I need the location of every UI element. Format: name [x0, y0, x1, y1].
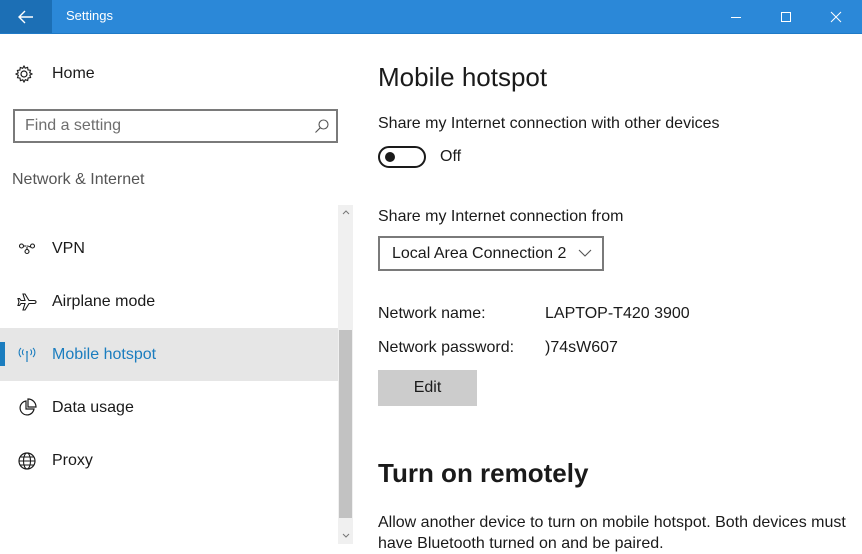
sidebar-item-airplane-mode[interactable]: Airplane mode [0, 275, 338, 328]
edit-button[interactable]: Edit [378, 370, 477, 406]
sidebar-item-label: Data usage [52, 398, 134, 416]
sidebar-scrollbar[interactable] [338, 205, 353, 544]
share-label: Share my Internet connection with other … [378, 115, 720, 132]
section-label: Network & Internet [12, 171, 145, 188]
search-icon[interactable] [314, 118, 330, 134]
gear-icon [14, 64, 38, 84]
turn-on-remotely-description: Allow another device to turn on mobile h… [378, 514, 846, 552]
network-password-value: )74sW607 [545, 339, 618, 356]
selection-indicator [0, 342, 5, 366]
sidebar: Home Network & Internet VPN Airplane mod… [0, 34, 352, 544]
scroll-down-button[interactable] [338, 528, 353, 542]
hotspot-toggle[interactable] [378, 146, 426, 168]
sidebar-item-label: VPN [52, 239, 85, 257]
minimize-icon [731, 16, 741, 18]
globe-icon [16, 450, 38, 472]
sidebar-item-label: Mobile hotspot [52, 345, 157, 363]
maximize-icon [781, 11, 791, 22]
maximize-button[interactable] [763, 0, 809, 33]
network-name-label: Network name: [378, 305, 486, 322]
data-usage-icon [16, 397, 38, 419]
back-button[interactable] [0, 0, 52, 33]
dropdown-value: Local Area Connection 2 [392, 245, 567, 262]
vpn-icon [16, 238, 38, 260]
title-bar: Settings [0, 0, 862, 33]
chevron-down-icon [342, 533, 349, 538]
sidebar-item-proxy[interactable]: Proxy [0, 434, 338, 487]
sidebar-item-label: Proxy [52, 451, 93, 469]
nav-list: VPN Airplane mode Mobile hotspot Data us… [0, 222, 338, 487]
share-from-label: Share my Internet connection from [378, 208, 624, 225]
sidebar-item-data-usage[interactable]: Data usage [0, 381, 338, 434]
home-label: Home [52, 65, 95, 82]
close-icon [830, 11, 842, 22]
scroll-thumb[interactable] [339, 330, 352, 518]
arrow-left-icon [18, 10, 33, 23]
network-name-value: LAPTOP-T420 3900 [545, 305, 690, 322]
search-box[interactable] [13, 109, 338, 143]
app-title: Settings [66, 8, 113, 23]
home-nav-item[interactable]: Home [14, 64, 95, 84]
sidebar-item-vpn[interactable]: VPN [0, 222, 338, 275]
sidebar-item-mobile-hotspot[interactable]: Mobile hotspot [0, 328, 338, 381]
connection-dropdown[interactable]: Local Area Connection 2 [378, 236, 604, 271]
toggle-knob [385, 152, 395, 162]
scroll-up-button[interactable] [338, 205, 353, 219]
network-password-label: Network password: [378, 339, 515, 356]
turn-on-remotely-title: Turn on remotely [378, 458, 589, 488]
minimize-button[interactable] [713, 0, 759, 33]
search-input[interactable] [25, 116, 305, 136]
chevron-up-icon [342, 209, 349, 214]
hotspot-icon [16, 344, 38, 366]
page-title: Mobile hotspot [378, 62, 548, 92]
toggle-state-label: Off [440, 148, 462, 165]
airplane-icon [16, 291, 38, 313]
close-button[interactable] [813, 0, 859, 33]
sidebar-item-label: Airplane mode [52, 292, 156, 310]
main-content: Mobile hotspot Share my Internet connect… [378, 34, 862, 552]
chevron-down-icon [578, 249, 592, 257]
